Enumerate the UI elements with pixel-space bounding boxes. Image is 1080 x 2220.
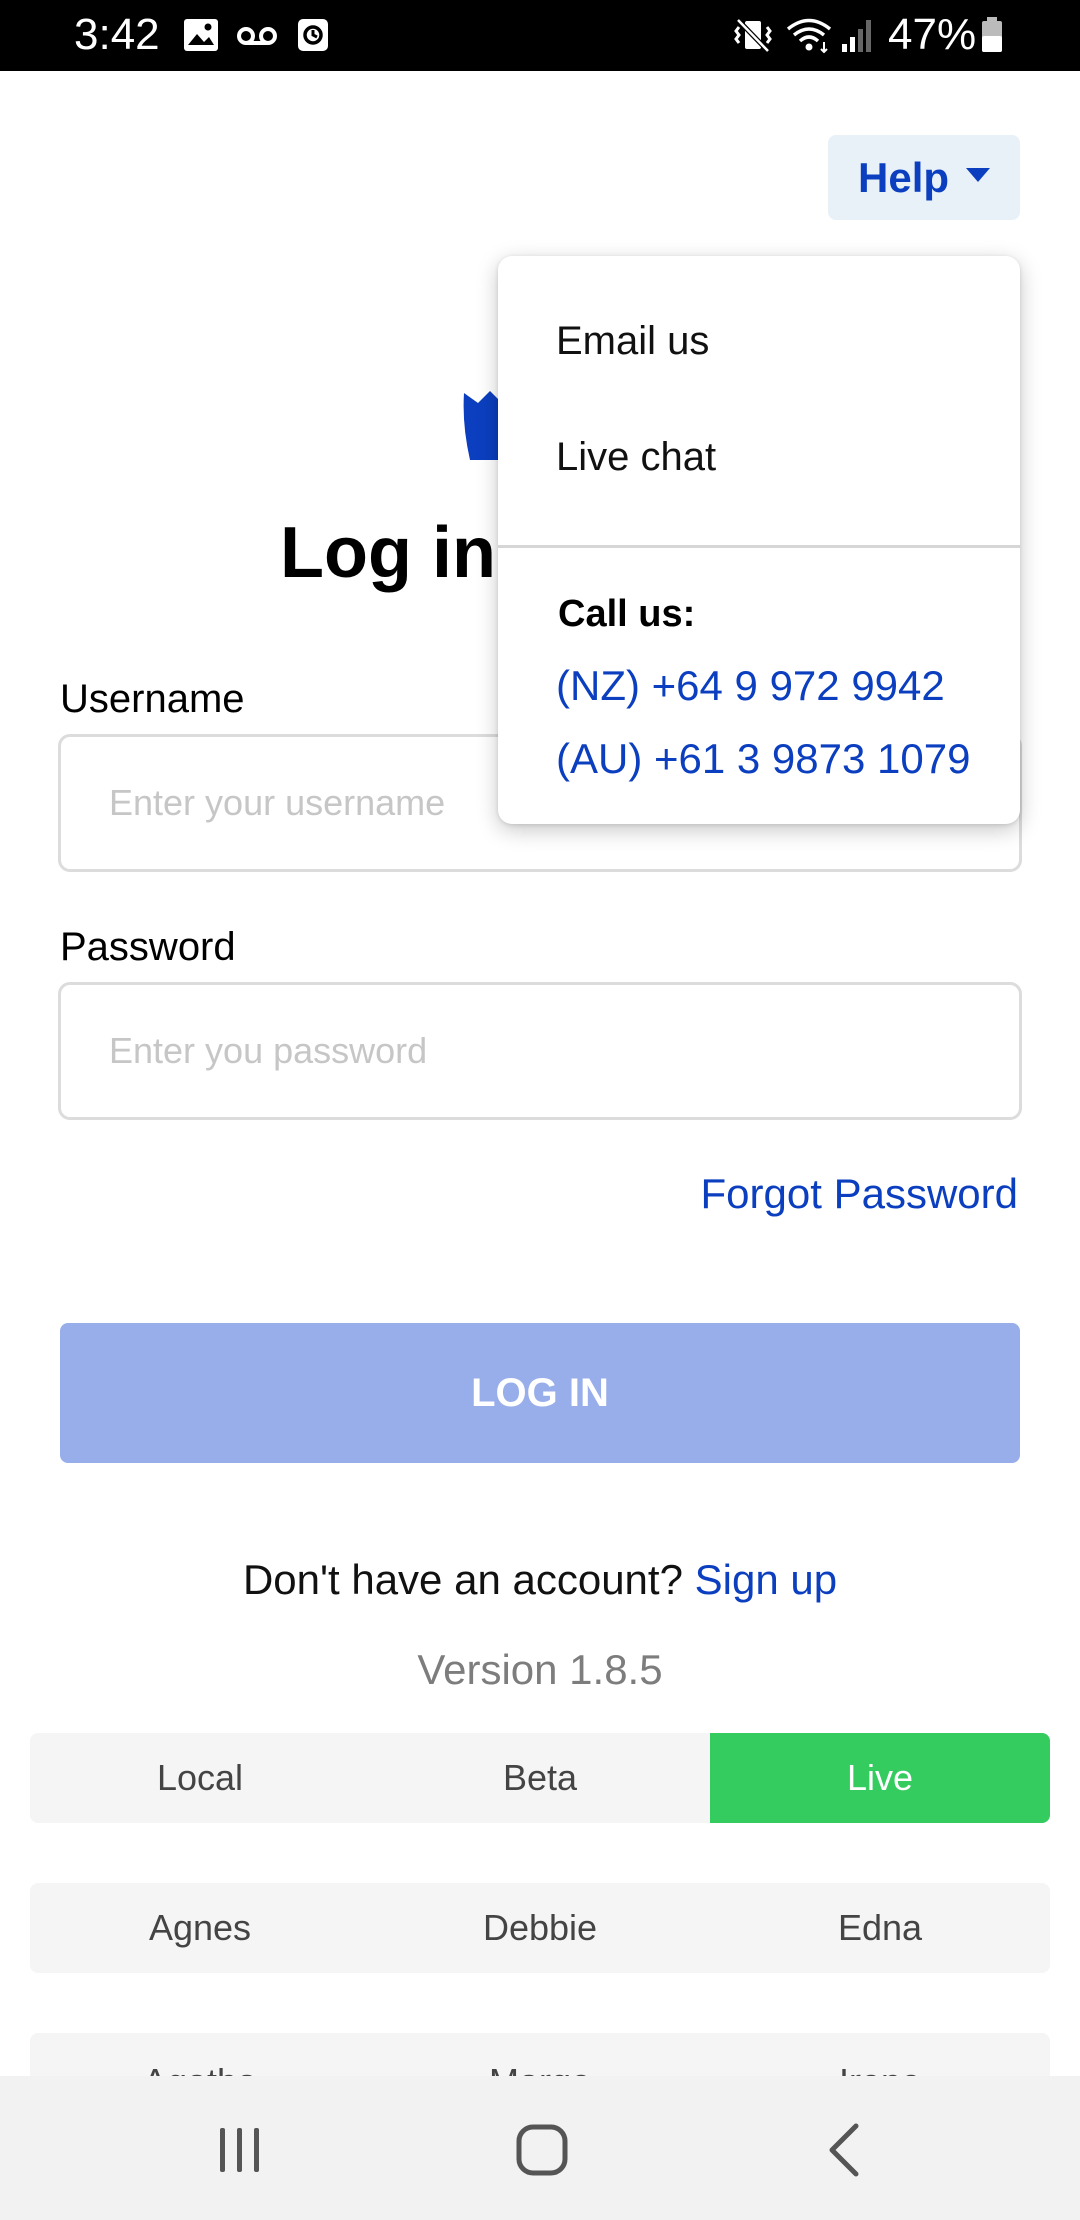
back-icon[interactable]: [816, 2120, 876, 2180]
navigation-bar: [0, 2076, 1080, 2220]
menu-divider: [498, 545, 1020, 548]
help-dropdown-menu: Email us Live chat Call us: (NZ) +64 9 9…: [498, 256, 1020, 824]
version-label: Version 1.8.5: [417, 1646, 663, 1693]
env-option-beta[interactable]: Beta: [370, 1733, 710, 1823]
signal-icon: [842, 20, 871, 52]
battery-percent: 47%: [888, 10, 977, 59]
environment-selector: Local Beta Live: [30, 1733, 1050, 1823]
phone-link-au[interactable]: (AU) +61 3 9873 1079: [556, 735, 970, 783]
login-button[interactable]: LOG IN: [60, 1323, 1020, 1463]
signup-prompt: Don't have an account?: [242, 1556, 683, 1603]
status-time: 3:42: [74, 10, 160, 59]
help-button[interactable]: Help: [828, 135, 1020, 220]
recent-apps-icon[interactable]: [210, 2120, 270, 2180]
vibrate-mute-icon: [734, 18, 772, 53]
forgot-password-link[interactable]: Forgot Password: [701, 1170, 1018, 1218]
call-us-label: Call us:: [558, 593, 696, 635]
caret-down-icon: [966, 168, 990, 182]
phone-link-nz[interactable]: (NZ) +64 9 972 9942: [556, 662, 945, 710]
page-title: Log in: [280, 513, 496, 593]
battery-icon: [982, 17, 1002, 52]
user-option-edna[interactable]: Edna: [710, 1883, 1050, 1973]
password-field-box: [58, 982, 1022, 1120]
status-bar: 3:42 47%: [0, 0, 1080, 71]
home-icon[interactable]: [512, 2120, 572, 2180]
user-selector-row-1: Agnes Debbie Edna: [30, 1883, 1050, 1973]
password-input[interactable]: [109, 985, 989, 1117]
username-label: Username: [60, 677, 245, 721]
user-option-agnes[interactable]: Agnes: [30, 1883, 370, 1973]
env-option-local[interactable]: Local: [30, 1733, 370, 1823]
live-chat-item[interactable]: Live chat: [556, 434, 716, 480]
clock-app-icon: [298, 19, 328, 51]
env-option-live[interactable]: Live: [710, 1733, 1050, 1823]
login-button-label: LOG IN: [471, 1370, 609, 1415]
voicemail-icon: [237, 27, 277, 45]
user-option-debbie[interactable]: Debbie: [370, 1883, 710, 1973]
password-label: Password: [60, 925, 236, 969]
signup-row: Don't have an account? Sign up: [0, 1555, 1080, 1605]
help-label: Help: [858, 154, 950, 201]
image-icon: [184, 19, 218, 51]
email-us-item[interactable]: Email us: [556, 318, 709, 364]
wifi-icon: [786, 18, 832, 54]
signup-link[interactable]: Sign up: [695, 1556, 837, 1603]
